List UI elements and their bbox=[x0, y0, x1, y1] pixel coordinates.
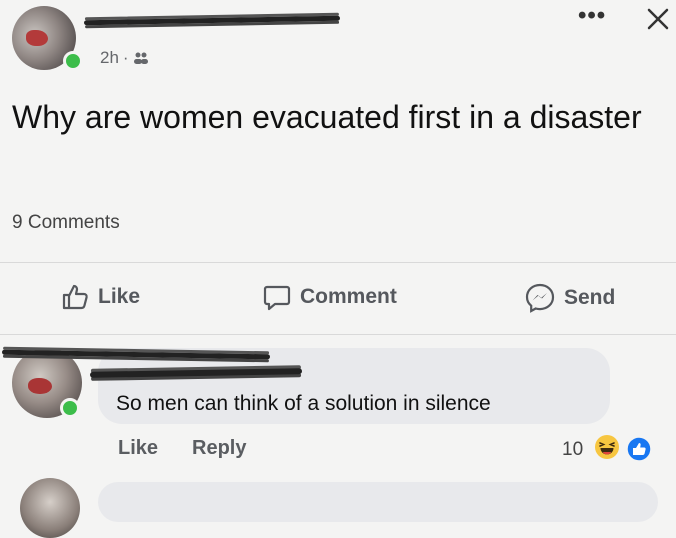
like-button[interactable]: Like bbox=[60, 282, 140, 312]
comment-like-button[interactable]: Like bbox=[118, 437, 158, 460]
reaction-count[interactable]: 10 bbox=[562, 439, 583, 461]
post-time[interactable]: 2h bbox=[100, 48, 119, 68]
divider bbox=[0, 334, 676, 335]
comment-button-label: Comment bbox=[300, 285, 397, 308]
like-icon[interactable] bbox=[626, 436, 652, 462]
close-icon[interactable] bbox=[643, 4, 673, 34]
messenger-icon bbox=[525, 283, 555, 313]
post-text: Why are women evacuated first in a disas… bbox=[12, 99, 642, 135]
like-button-label: Like bbox=[98, 285, 141, 308]
next-comment-bubble bbox=[98, 482, 658, 522]
meta-separator: · bbox=[122, 48, 129, 67]
comments-count-link[interactable]: 9 Comments bbox=[12, 212, 120, 234]
send-button-label: Send bbox=[564, 286, 616, 309]
online-status-indicator bbox=[63, 51, 83, 71]
comment-text: So men can think of a solution in silenc… bbox=[116, 392, 491, 415]
divider bbox=[0, 262, 676, 263]
comment-reply-button[interactable]: Reply bbox=[192, 437, 246, 460]
more-options-icon[interactable]: ••• bbox=[578, 4, 606, 28]
next-commenter-avatar[interactable] bbox=[20, 478, 80, 538]
people-icon bbox=[133, 52, 148, 64]
post-meta: 2h · bbox=[100, 48, 149, 68]
comment-button[interactable]: Comment bbox=[262, 282, 397, 312]
comment-bubble-icon bbox=[263, 285, 291, 311]
online-status-indicator bbox=[60, 398, 80, 418]
thumbs-up-icon bbox=[62, 284, 88, 310]
send-button[interactable]: Send bbox=[524, 282, 615, 314]
redacted-author-name bbox=[83, 15, 341, 26]
haha-icon[interactable] bbox=[594, 434, 620, 460]
